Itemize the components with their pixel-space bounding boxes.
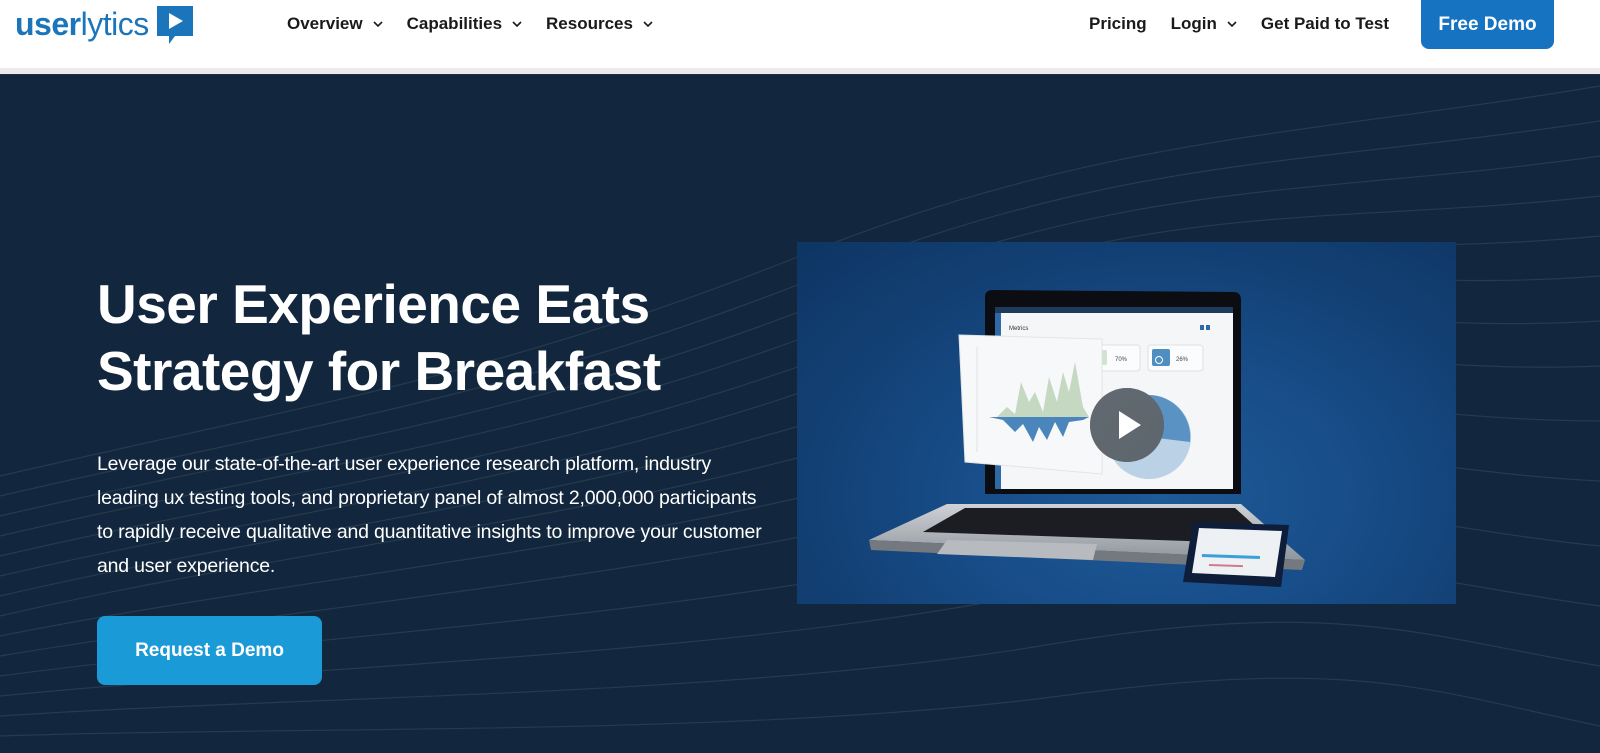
nav-resources[interactable]: Resources (546, 14, 653, 34)
primary-nav: Overview Capabilities Resources (287, 0, 653, 48)
hero-title: User Experience Eats Strategy for Breakf… (97, 271, 737, 405)
video-player[interactable]: Metrics 70% 26% (797, 242, 1456, 604)
logo[interactable]: userlytics (15, 4, 195, 44)
logo-text-light: lytics (80, 6, 150, 42)
nav-capabilities[interactable]: Capabilities (407, 14, 522, 34)
chevron-down-icon (643, 19, 653, 29)
play-icon[interactable] (1089, 387, 1165, 463)
screen-title: Metrics (1009, 326, 1028, 332)
chevron-down-icon (1227, 19, 1237, 29)
nav-get-paid-label: Get Paid to Test (1260, 14, 1390, 33)
free-demo-button[interactable]: Free Demo (1421, 0, 1554, 49)
nav-login-label: Login (1170, 14, 1217, 33)
request-demo-button[interactable]: Request a Demo (97, 616, 322, 685)
hero-description: Leverage our state-of-the-art user exper… (97, 453, 762, 577)
header-divider (0, 68, 1600, 75)
nav-overview[interactable]: Overview (287, 14, 383, 34)
play-bubble-icon (155, 4, 195, 44)
hero-title-line1: User Experience Eats (97, 273, 650, 335)
nav-overview-label: Overview (287, 14, 363, 33)
stat-search-value: 70% (1115, 357, 1128, 363)
logo-text-bold: user (15, 6, 81, 42)
hero-section: User Experience Eats Strategy for Breakf… (0, 76, 1600, 753)
nav-pricing[interactable]: Pricing (1089, 14, 1147, 34)
chevron-down-icon (512, 19, 522, 29)
hero-title-line2: Strategy for Breakfast (97, 340, 661, 402)
nav-get-paid-to-test[interactable]: Get Paid to Test (1261, 14, 1389, 34)
logo-wordmark: userlytics (15, 4, 149, 44)
secondary-nav: Pricing Login Get Paid to Test (1089, 0, 1413, 48)
site-header: userlytics Overview Capabilities Resourc… (0, 0, 1600, 68)
nav-pricing-label: Pricing (1089, 14, 1147, 33)
stat-gender-value: 26% (1176, 357, 1189, 363)
nav-login[interactable]: Login (1171, 14, 1237, 34)
nav-capabilities-label: Capabilities (406, 14, 503, 33)
chevron-down-icon (373, 19, 383, 29)
nav-resources-label: Resources (546, 14, 633, 33)
